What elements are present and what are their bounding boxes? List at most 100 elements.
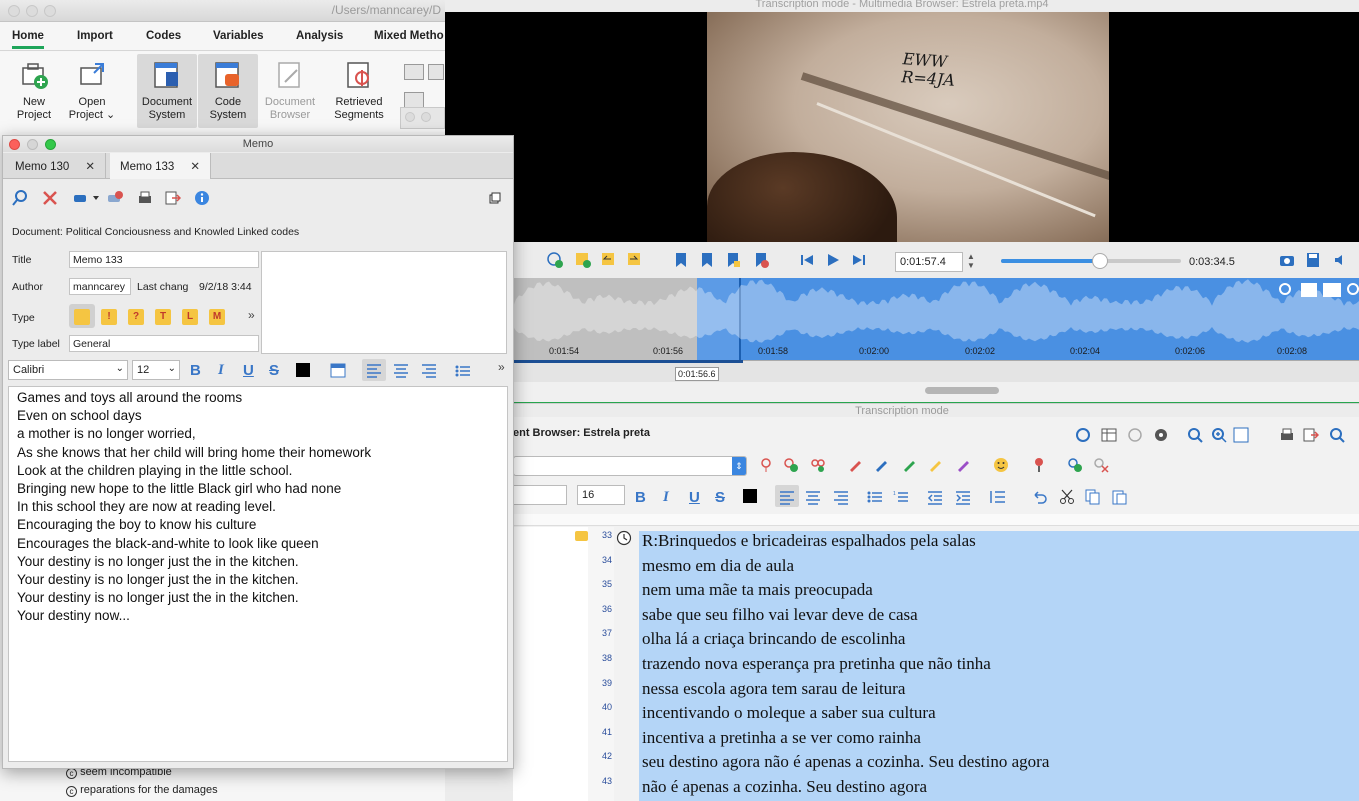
code-pin-icon[interactable] (758, 457, 774, 473)
code-multi-icon[interactable] (810, 457, 826, 473)
tab-mixed-methods[interactable]: Mixed Metho (374, 30, 444, 42)
code-add-icon[interactable] (783, 457, 799, 473)
strikethrough-button[interactable]: S (715, 489, 725, 506)
audio-waveform[interactable]: 0:01:54 0:01:56 0:01:58 0:02:00 0:02:02 … (513, 278, 1359, 360)
align-center-icon[interactable] (805, 489, 821, 505)
tab-home[interactable]: Home (12, 30, 44, 49)
title-input[interactable]: Memo 133 (69, 251, 259, 268)
bookmark-delete-icon[interactable] (753, 252, 769, 268)
highlighter-purple-icon[interactable] (955, 457, 971, 473)
author-input[interactable]: manncarey (69, 278, 131, 295)
memo-linked-codes-box[interactable] (261, 251, 507, 354)
document-browser-button[interactable]: Document Browser (260, 58, 320, 122)
layout-icon[interactable] (404, 64, 424, 80)
current-time-input[interactable]: 0:01:57.4 (895, 252, 963, 272)
add-timestamp-icon[interactable] (547, 252, 563, 268)
export-icon[interactable] (1303, 427, 1319, 443)
align-right-icon[interactable] (833, 489, 849, 505)
font-size-select[interactable]: 16 (577, 485, 625, 505)
zoom-in-icon[interactable] (1347, 283, 1359, 295)
playback-knob[interactable] (1092, 253, 1108, 269)
strikethrough-button[interactable]: S (269, 362, 279, 379)
align-center-icon[interactable] (393, 363, 409, 379)
tab-variables[interactable]: Variables (213, 30, 264, 42)
detach-window-icon[interactable] (489, 192, 501, 204)
link-remove-icon[interactable] (1093, 457, 1109, 473)
memo-font-select[interactable]: Calibri ⌄ (8, 360, 128, 380)
cut-icon[interactable] (1059, 489, 1075, 505)
bullet-list-icon[interactable] (455, 363, 471, 379)
align-right-icon[interactable] (421, 363, 437, 379)
playback-slider[interactable] (1001, 253, 1181, 269)
memo-minimize-button[interactable] (27, 139, 38, 150)
memo-close-button[interactable] (9, 139, 20, 150)
insert-date-icon[interactable] (330, 362, 346, 378)
code-select[interactable]: ⇕ (513, 456, 747, 476)
paste-icon[interactable] (1111, 489, 1127, 505)
link-add-icon[interactable] (1067, 457, 1083, 473)
document-text-area[interactable]: R:Brinquedos e bricadeiras espalhados pe… (639, 531, 1359, 801)
tab-import[interactable]: Import (77, 30, 113, 42)
numbered-list-icon[interactable]: 1 (893, 489, 909, 505)
highlighter-red-icon[interactable] (847, 457, 863, 473)
tab-analysis[interactable]: Analysis (296, 30, 343, 42)
memo-marker-icon[interactable] (575, 531, 588, 541)
italic-button[interactable]: I (218, 362, 224, 379)
highlighter-green-icon[interactable] (901, 457, 917, 473)
add-code-icon[interactable] (1127, 427, 1143, 443)
close-tab-icon[interactable]: ✕ (85, 161, 95, 173)
memo-type-literature-icon[interactable]: L (182, 309, 198, 325)
layout-icon-3[interactable] (404, 92, 424, 108)
bullet-list-icon[interactable] (867, 489, 883, 505)
open-project-button[interactable]: Open Project ⌄ (62, 58, 122, 122)
memo-type-question-icon[interactable]: ? (128, 309, 144, 325)
add-memo-icon[interactable] (575, 252, 591, 268)
zoom-fit-icon[interactable] (1301, 283, 1317, 297)
save-icon[interactable] (1305, 252, 1321, 268)
horizontal-scrollbar[interactable] (925, 387, 999, 394)
tab-codes[interactable]: Codes (146, 30, 181, 42)
unlink-code-icon[interactable] (107, 190, 123, 206)
export-icon[interactable] (165, 190, 181, 206)
memo-text-editor[interactable]: Games and toys all around the rooms Even … (8, 386, 508, 762)
camera-icon[interactable] (1279, 252, 1295, 268)
font-select[interactable] (513, 485, 567, 505)
pin-icon[interactable] (1031, 457, 1047, 473)
layout-icon-2[interactable] (428, 64, 444, 80)
indent-icon[interactable] (955, 489, 971, 505)
retrieved-segments-button[interactable]: Retrieved Segments (329, 58, 389, 122)
search-icon-2[interactable] (1329, 427, 1345, 443)
memo-zoom-button[interactable] (45, 139, 56, 150)
print-icon[interactable] (1279, 427, 1295, 443)
memo-type-method-icon[interactable]: M (209, 309, 225, 325)
video-player[interactable]: EWW R=4JA (445, 12, 1359, 242)
settings-icon[interactable] (1153, 427, 1169, 443)
bookmark-prev-icon[interactable] (699, 252, 715, 268)
copy-icon[interactable] (1085, 489, 1101, 505)
clock-icon[interactable] (616, 530, 632, 546)
search-icon[interactable] (12, 190, 28, 206)
code-system-button[interactable]: Code System (198, 54, 258, 128)
time-stepper[interactable]: ▲ ▼ (967, 252, 977, 272)
zoom-window-button[interactable] (44, 5, 56, 17)
memo-size-select[interactable]: 12 ⌄ (132, 360, 180, 380)
underline-button[interactable]: U (689, 489, 700, 506)
memo-type-theory-icon[interactable]: T (155, 309, 171, 325)
link-code-icon[interactable] (73, 190, 101, 206)
text-color-button[interactable] (743, 489, 757, 503)
tab-memo-130[interactable]: Memo 130 ✕ (5, 153, 106, 179)
bold-button[interactable]: B (635, 489, 646, 506)
close-tab-icon[interactable]: ✕ (190, 161, 200, 173)
type-label-input[interactable]: General (69, 335, 259, 352)
memo-type-important-icon[interactable]: ! (101, 309, 117, 325)
close-window-button[interactable] (8, 5, 20, 17)
bookmark-next-icon[interactable] (725, 252, 741, 268)
print-icon[interactable] (137, 190, 153, 206)
underline-button[interactable]: U (243, 362, 254, 379)
play-icon[interactable] (825, 252, 841, 268)
code-item[interactable]: c reparations for the damages (66, 784, 218, 797)
refresh-icon[interactable] (1075, 427, 1091, 443)
bookmark-icon[interactable] (673, 252, 689, 268)
more-types-icon[interactable]: » (248, 308, 255, 322)
highlighter-blue-icon[interactable] (873, 457, 889, 473)
